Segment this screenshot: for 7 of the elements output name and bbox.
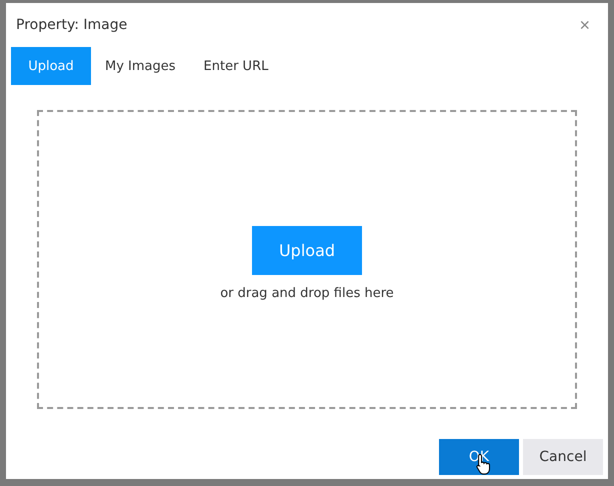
drop-hint: or drag and drop files here — [220, 286, 394, 301]
cancel-button[interactable]: Cancel — [523, 439, 603, 475]
drop-zone[interactable]: Upload or drag and drop files here — [37, 110, 577, 409]
close-button[interactable]: × — [579, 14, 590, 36]
dialog-title: Property: Image — [16, 17, 128, 33]
tab[interactable]: My Images — [91, 47, 190, 85]
tab[interactable]: Enter URL — [190, 47, 282, 85]
